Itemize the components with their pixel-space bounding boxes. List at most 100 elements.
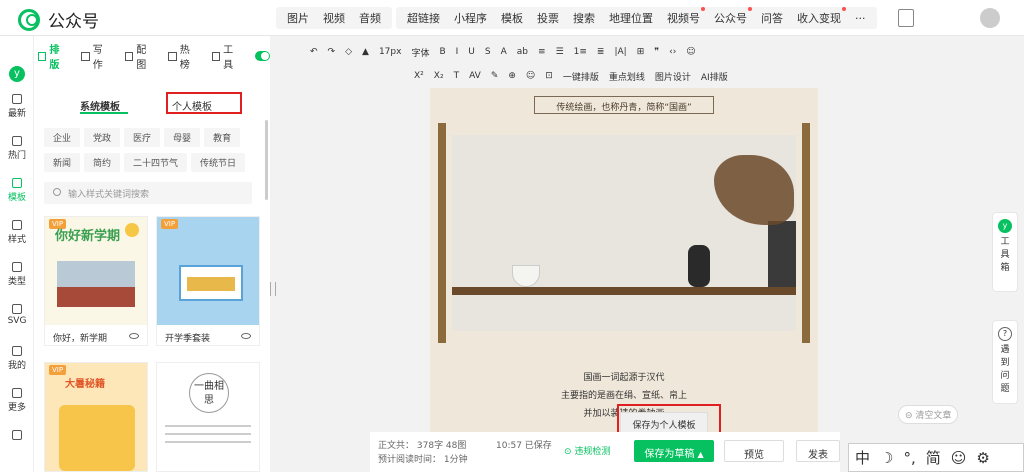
tab-system-templates[interactable]: 系统模板 (80, 98, 120, 113)
format-tool[interactable]: ‹› (669, 47, 676, 57)
nav-item-3[interactable]: 样式 (0, 220, 34, 245)
format-tool[interactable]: U (468, 47, 475, 57)
format-tool[interactable]: ◇ (345, 47, 352, 57)
category-tag[interactable]: 教育 (204, 128, 241, 147)
nav-item-8[interactable] (0, 430, 34, 442)
format-tool[interactable]: A (501, 47, 507, 57)
category-tag[interactable]: 简约 (84, 153, 121, 172)
eye-icon[interactable] (129, 333, 139, 339)
ime-button[interactable]: ☺ (951, 449, 967, 467)
format-tool[interactable]: ⊞ (637, 47, 645, 57)
ime-button[interactable]: 简 (926, 447, 941, 468)
toolbox-widget[interactable]: y 工具箱 (992, 212, 1018, 292)
article-photo[interactable] (452, 135, 796, 331)
publish-button[interactable]: 发表 (796, 440, 840, 462)
template-card[interactable]: VIP 你好新学期 你好，新学期 (44, 216, 148, 346)
format-tool[interactable]: 17px (379, 47, 402, 57)
ime-button[interactable]: ☽ (880, 449, 893, 467)
format-tool[interactable]: T (454, 71, 460, 81)
category-tag[interactable]: 医疗 (124, 128, 161, 147)
category-tag[interactable]: 母婴 (164, 128, 201, 147)
nav-item-4[interactable]: 类型 (0, 262, 34, 287)
style-search-input[interactable]: 输入样式关键词搜索 (44, 182, 252, 204)
collapse-panel-handle[interactable] (270, 282, 276, 296)
panel-tab-1[interactable]: 写作 (81, 41, 110, 71)
ime-button[interactable]: °, (903, 449, 915, 467)
menu-item-1[interactable]: 小程序 (447, 10, 494, 26)
panel-tab-3[interactable]: 热榜 (168, 41, 197, 71)
format-tool[interactable]: B (439, 47, 445, 57)
menu-item-9[interactable]: 收入变现 (790, 7, 848, 26)
format-tool[interactable]: ⊕ (508, 71, 516, 81)
format-tool[interactable]: S (485, 47, 491, 57)
format-tool[interactable]: ⊡ (545, 71, 553, 81)
template-card[interactable]: VIP 开学季套装 (156, 216, 260, 346)
format-tool[interactable]: X₂ (434, 71, 444, 81)
menu-item-video[interactable]: 视频 (316, 10, 352, 26)
format-tool[interactable]: ☰ (556, 47, 564, 57)
ime-button[interactable]: ⚙ (976, 449, 989, 467)
format-tool[interactable]: ↷ (328, 47, 336, 57)
save-draft-button[interactable]: 保存为草稿 ▲ (634, 440, 714, 462)
category-tag[interactable]: 二十四节气 (124, 153, 188, 172)
format-tool[interactable]: 一键排版 (563, 70, 599, 83)
nav-item-5[interactable]: SVG (0, 304, 34, 326)
nav-item-0[interactable]: 最新 (0, 94, 34, 119)
category-tag[interactable]: 传统节日 (191, 153, 246, 172)
format-tool[interactable]: ab (517, 47, 528, 57)
menu-item-7[interactable]: 公众号 (707, 7, 754, 26)
category-tag[interactable]: 党政 (84, 128, 121, 147)
nav-item-7[interactable]: 更多 (0, 388, 34, 413)
ime-button[interactable]: 中 (855, 447, 870, 468)
nav-item-6[interactable]: 我的 (0, 346, 34, 371)
logo[interactable]: 公众号 (18, 7, 99, 32)
menu-item-2[interactable]: 模板 (494, 10, 530, 26)
format-tool[interactable]: 1≡ (574, 47, 587, 57)
compliance-check-link[interactable]: ⊙ 违规检测 (564, 444, 610, 457)
menu-item-3[interactable]: 投票 (530, 10, 566, 26)
format-tool[interactable]: AV (469, 71, 481, 81)
panel-scrollbar[interactable] (265, 120, 268, 200)
category-tag[interactable]: 企业 (44, 128, 81, 147)
avatar[interactable] (980, 8, 1000, 28)
clear-article-button[interactable]: ⊝ 清空文章 (898, 405, 959, 424)
nav-item-1[interactable]: 热门 (0, 136, 34, 161)
preview-button[interactable]: 预览 (724, 440, 784, 462)
menu-item-5[interactable]: 地理位置 (602, 10, 660, 26)
menu-item-image[interactable]: 图片 (280, 10, 316, 26)
panel-tab-4[interactable]: 工具 (211, 41, 241, 71)
document-icon[interactable] (898, 9, 914, 27)
menu-item-audio[interactable]: 音频 (352, 10, 388, 26)
template-card[interactable]: VIP 大暑秘籍 (44, 362, 148, 472)
format-tool[interactable]: ▲ (362, 47, 369, 57)
nav-item-2[interactable]: 模板 (0, 178, 34, 203)
menu-item-4[interactable]: 搜索 (566, 10, 602, 26)
format-tool[interactable]: ≣ (597, 47, 605, 57)
format-tool[interactable]: ↶ (310, 47, 318, 57)
format-tool[interactable]: X² (414, 71, 424, 81)
panel-tab-0[interactable]: 排版 (38, 41, 67, 71)
format-tool[interactable]: 图片设计 (655, 70, 691, 83)
format-tool[interactable]: ☺ (686, 47, 695, 57)
format-tool[interactable]: ❞ (654, 47, 659, 57)
template-card[interactable]: 一曲相思 (156, 362, 260, 472)
help-widget[interactable]: ? 遇到问题 (992, 320, 1018, 404)
format-tool[interactable]: ≡ (538, 47, 546, 57)
category-tag[interactable]: 新闻 (44, 153, 81, 172)
format-tool[interactable]: ☺ (526, 71, 535, 81)
format-tool[interactable]: 重点划线 (609, 70, 645, 83)
caret-up-icon[interactable]: ▲ (698, 450, 704, 459)
menu-item-0[interactable]: 超链接 (400, 10, 447, 26)
article-editor[interactable]: 传统绘画，也称丹青，简称“国画” 国画一词起源于汉代 主要指的是画在绢、宣纸、帛… (430, 88, 818, 432)
menu-item-6[interactable]: 视频号 (660, 7, 707, 26)
format-tool[interactable]: |A| (614, 47, 626, 57)
format-tool[interactable]: I (456, 47, 459, 57)
feature-toggle[interactable] (255, 51, 270, 61)
format-tool[interactable]: 字体 (411, 46, 429, 59)
format-tool[interactable]: ✎ (491, 71, 499, 81)
eye-icon[interactable] (241, 333, 251, 339)
format-tool[interactable]: AI排版 (701, 70, 728, 83)
menu-item-8[interactable]: 问答 (754, 10, 790, 26)
panel-tab-2[interactable]: 配图 (124, 41, 154, 71)
menu-item-10[interactable]: ··· (848, 12, 873, 25)
